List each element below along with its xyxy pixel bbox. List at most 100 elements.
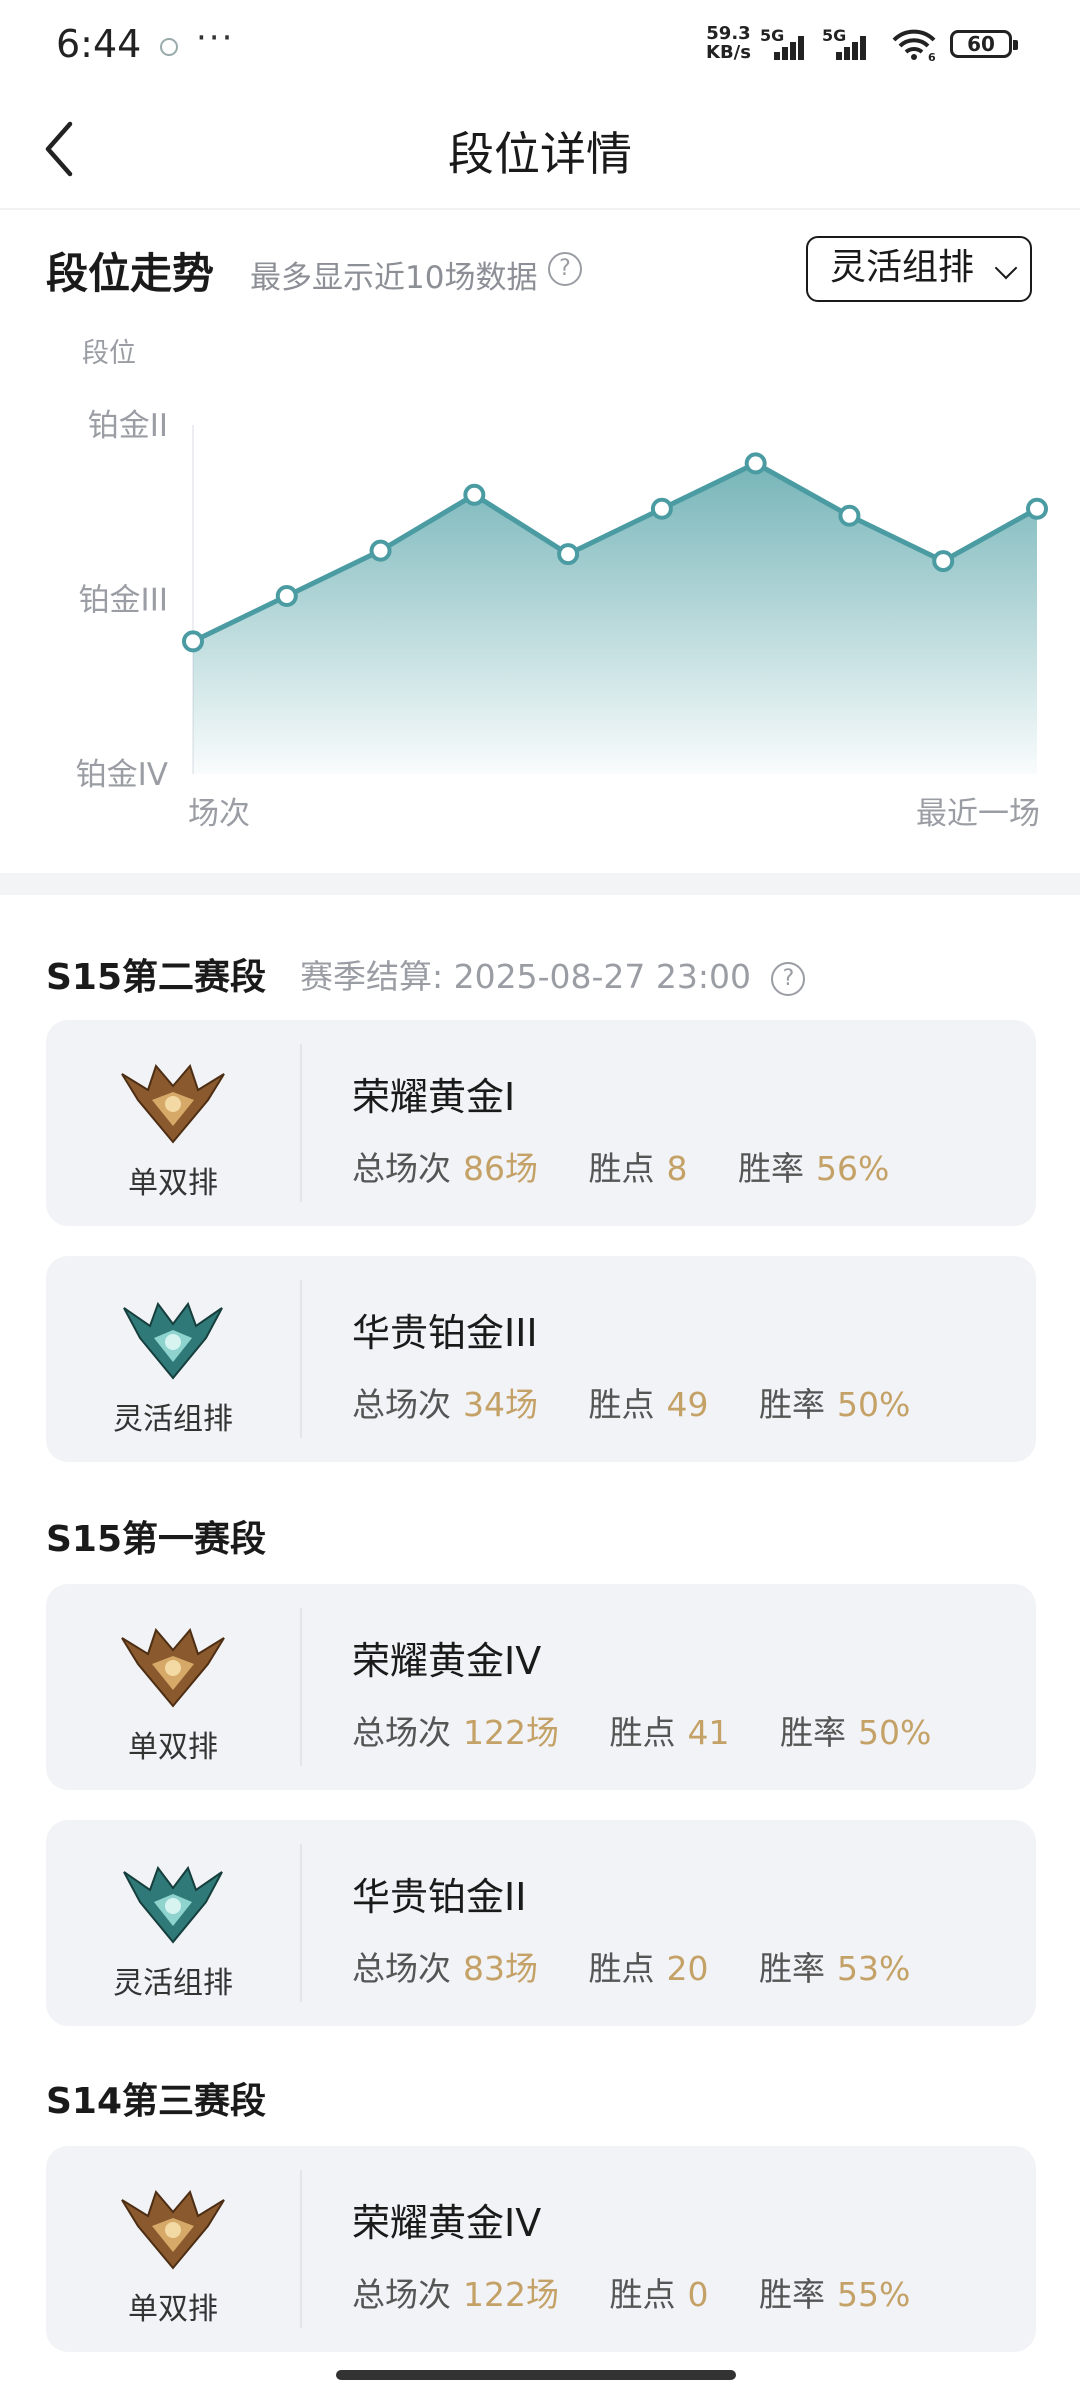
rank-name: 荣耀黄金IV [352,1639,542,1683]
rank-stats: 总场次 86场 胜点 8 胜率 56% [352,1142,889,1190]
rank-name: 华贵铂金III [352,1311,538,1355]
network-speed-unit: KB/s [706,42,751,63]
rank-trend-chart: 段位 铂金IV 铂金III 铂金II 场次 最近一场 [76,338,1048,832]
gold-emblem-icon [121,1064,225,1144]
data-point [744,452,767,475]
rank-name: 荣耀黄金IV [352,2201,542,2245]
trend-title: 段位走势 [46,249,215,298]
card-divider [300,1044,302,1202]
notification-icon [160,38,178,56]
lp-value: 49 [666,1385,709,1424]
platinum-emblem-icon [123,1865,223,1944]
rank-stats: 总场次 122场 胜点 41 胜率 50% [352,1706,931,1754]
lp-value: 41 [687,1713,730,1752]
queue-label: 单双排 [128,2292,218,2327]
data-point [557,543,580,566]
season-title: S15第一赛段 [46,1519,267,1560]
data-point [932,550,955,573]
battery-icon: 60 [950,30,1018,58]
season-settle-text: 赛季结算: 2025-08-27 23:00 [300,957,751,996]
card-divider [300,1608,302,1766]
wifi-badge: 6 [928,51,936,62]
data-point [1026,497,1048,520]
x-axis-end-label: 最近一场 [916,796,1040,832]
question-icon[interactable]: ? [771,961,806,996]
card-divider [300,1280,302,1438]
lp-label: 胜点 [588,1149,655,1188]
queue-label: 单双排 [128,1730,218,1765]
x-axis-start-label: 场次 [188,796,250,832]
queue-label: 单双排 [128,1166,218,1201]
rank-card[interactable]: 单双排 荣耀黄金I 总场次 86场 胜点 8 胜率 56% [46,1020,1036,1226]
home-indicator[interactable] [336,2370,736,2380]
win-rate-label: 胜率 [738,1149,804,1188]
win-rate-value: 50% [837,1385,911,1424]
y-axis-label: 段位 [82,338,136,369]
win-rate-value: 53% [837,1949,911,1988]
data-point [838,504,861,527]
total-games-value: 86场 [463,1149,538,1188]
app-header: 段位详情 [0,90,1080,210]
gold-emblem-icon [121,2190,225,2270]
signal-icon: 5G [760,26,806,60]
lp-value: 0 [687,2275,709,2314]
status-bar: 6:44 ··· 59.3 KB/s 5G 5G 6 60 [0,0,1080,90]
network-speed: 59.3 KB/s [706,24,751,62]
signal-label: 5G [760,26,785,45]
rank-stats: 总场次 34场 胜点 49 胜率 50% [352,1378,910,1426]
dropdown-value: 灵活组排 [830,247,975,288]
card-divider [300,1844,302,2002]
data-point [369,539,392,562]
platinum-emblem-icon [123,1301,223,1380]
total-games-label: 总场次 [352,1713,451,1752]
rank-stats: 总场次 122场 胜点 0 胜率 55% [352,2268,910,2316]
win-rate-label: 胜率 [780,1713,846,1752]
total-games-label: 总场次 [352,1949,451,1988]
card-divider [300,2170,302,2328]
rank-card[interactable]: 灵活组排 华贵铂金II 总场次 83场 胜点 20 胜率 53% [46,1820,1036,2026]
trend-hint: 最多显示近10场数据 [250,260,538,296]
rank-card[interactable]: 单双排 荣耀黄金IV 总场次 122场 胜点 0 胜率 55% [46,2146,1036,2352]
win-rate-value: 55% [837,2275,911,2314]
total-games-value: 122场 [463,1713,559,1752]
question-icon[interactable]: ? [548,252,582,286]
win-rate-value: 56% [816,1149,890,1188]
queue-type-dropdown[interactable]: 灵活组排 [806,236,1032,302]
queue-label: 灵活组排 [113,1966,233,2001]
trend-area [193,463,1037,774]
y-tick-label: 铂金III [79,583,168,619]
total-games-value: 34场 [463,1385,538,1424]
queue-label: 灵活组排 [113,1402,233,1437]
season-settle-time: 赛季结算: 2025-08-27 23:00 ? [300,950,806,998]
win-rate-label: 胜率 [759,1385,825,1424]
rank-card[interactable]: 灵活组排 华贵铂金III 总场次 34场 胜点 49 胜率 50% [46,1256,1036,1462]
gold-emblem-icon [121,1628,225,1708]
more-notifications-icon: ··· [196,18,235,58]
lp-label: 胜点 [609,1713,676,1752]
lp-value: 20 [666,1949,709,1988]
win-rate-label: 胜率 [759,1949,825,1988]
wifi-icon: 6 [892,29,936,62]
win-rate-value: 50% [858,1713,932,1752]
network-speed-value: 59.3 [706,23,751,44]
data-point [463,483,486,506]
status-time: 6:44 [56,22,142,66]
rank-stats: 总场次 83场 胜点 20 胜率 53% [352,1942,910,1990]
signal-label-2: 5G [822,26,847,45]
total-games-label: 总场次 [352,2275,451,2314]
rank-name: 华贵铂金II [352,1875,527,1919]
rank-card[interactable]: 单双排 荣耀黄金IV 总场次 122场 胜点 41 胜率 50% [46,1584,1036,1790]
y-tick-label: 铂金IV [76,757,168,793]
lp-label: 胜点 [588,1949,655,1988]
season-title: S15第二赛段 [46,957,267,998]
y-tick-label: 铂金II [88,408,168,444]
signal-icon-2: 5G [822,26,868,60]
section-divider [0,873,1080,895]
data-point [650,497,673,520]
win-rate-label: 胜率 [759,2275,825,2314]
lp-value: 8 [666,1149,688,1188]
total-games-value: 122场 [463,2275,559,2314]
total-games-label: 总场次 [352,1149,451,1188]
chevron-down-icon [994,256,1018,280]
page-title: 段位详情 [448,127,632,181]
